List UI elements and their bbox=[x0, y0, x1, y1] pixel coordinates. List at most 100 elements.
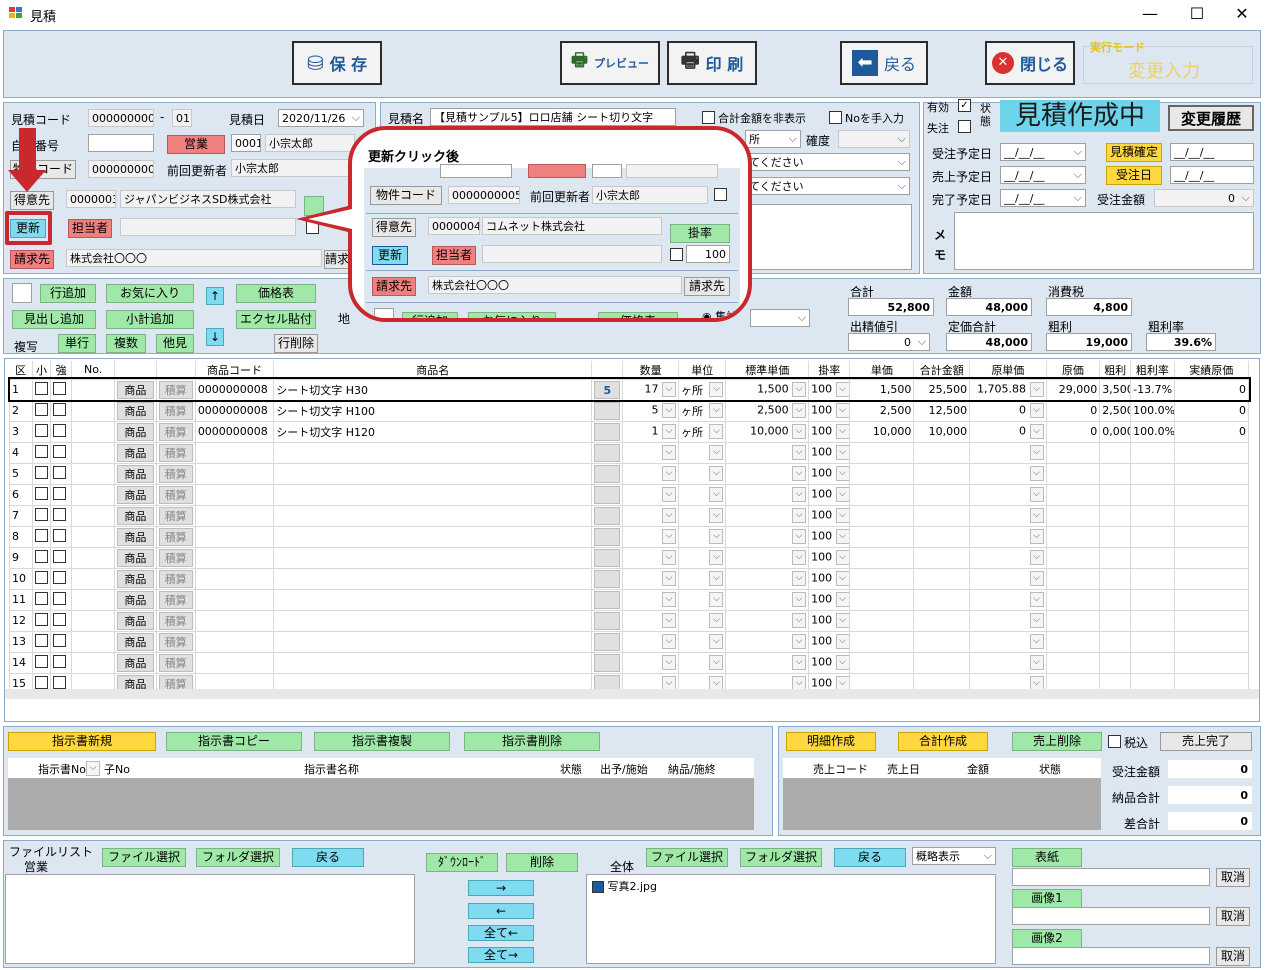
breakdown-count-cell[interactable] bbox=[594, 569, 621, 588]
save-button[interactable]: ⛁ 保 存 bbox=[292, 41, 382, 85]
qty-cell[interactable]: 5 bbox=[652, 404, 659, 417]
rate-cell[interactable]: 100 bbox=[811, 614, 832, 627]
category-select-2[interactable]: てください bbox=[745, 177, 910, 195]
rate-cell[interactable]: 100 bbox=[811, 656, 832, 669]
qty-cell[interactable]: 1 bbox=[652, 425, 659, 438]
tokui-button[interactable]: 得意先 bbox=[10, 191, 54, 210]
chevron-down-icon[interactable]: ⌵ bbox=[709, 402, 724, 418]
breakdown-count-cell[interactable] bbox=[594, 506, 621, 525]
chevron-down-icon[interactable]: ⌵ bbox=[835, 466, 849, 481]
sekisan-button[interactable]: 積算 bbox=[158, 632, 193, 651]
chevron-down-icon[interactable]: ⌵ bbox=[835, 592, 849, 607]
chevron-down-icon[interactable]: ⌵ bbox=[792, 466, 807, 481]
chevron-down-icon[interactable]: ⌵ bbox=[662, 613, 676, 628]
shokei-tsuika-button[interactable]: 小計追加 bbox=[106, 310, 194, 329]
hyoshi-field[interactable] bbox=[1012, 868, 1210, 886]
price-cell[interactable]: 2,500 bbox=[880, 404, 912, 417]
sekisan-button[interactable]: 積算 bbox=[158, 590, 193, 609]
move-all-left-button[interactable]: 全て← bbox=[468, 925, 534, 941]
preview-button[interactable]: 🖶 プレビュー bbox=[560, 41, 660, 85]
std-price-cell[interactable]: 2,500 bbox=[757, 404, 789, 417]
horizontal-scrollbar[interactable] bbox=[5, 689, 1259, 699]
price-cell[interactable]: 1,500 bbox=[880, 383, 912, 396]
mitsumori-date-picker[interactable]: 2020/11/26 bbox=[278, 109, 364, 127]
shohin-button[interactable]: 商品 bbox=[117, 506, 154, 525]
sho-checkbox[interactable] bbox=[34, 423, 48, 437]
zeikomi-checkbox[interactable] bbox=[1108, 735, 1121, 748]
nebiki-field[interactable]: 0 bbox=[848, 333, 930, 351]
yuko-checkbox[interactable]: ✓ bbox=[958, 99, 971, 112]
move-right-button[interactable]: → bbox=[468, 880, 534, 896]
price-cell[interactable]: 10,000 bbox=[873, 425, 912, 438]
hyoshi-cancel-button[interactable]: 取消 bbox=[1216, 868, 1250, 887]
juchu-kingaku-field[interactable]: 0 bbox=[1154, 189, 1254, 207]
rate-cell[interactable]: 100 bbox=[811, 551, 832, 564]
memo-textarea[interactable] bbox=[954, 212, 1254, 270]
sho-checkbox[interactable] bbox=[34, 507, 48, 521]
file-back-button-right[interactable]: 戻る bbox=[834, 848, 906, 867]
breakdown-count-cell[interactable] bbox=[594, 443, 621, 462]
rate-cell[interactable]: 100 bbox=[811, 446, 832, 459]
shohin-button[interactable]: 商品 bbox=[117, 527, 154, 546]
chevron-down-icon[interactable]: ⌵ bbox=[835, 529, 849, 544]
chevron-down-icon[interactable]: ⌵ bbox=[792, 403, 807, 418]
folder-select-button-left[interactable]: フォルダ選択 bbox=[196, 848, 280, 867]
chevron-down-icon[interactable]: ⌵ bbox=[835, 382, 849, 397]
eigyo-code-field[interactable]: 0001 bbox=[231, 134, 261, 152]
sekisan-button[interactable]: 積算 bbox=[158, 380, 193, 399]
chevron-down-icon[interactable]: ⌵ bbox=[792, 634, 807, 649]
kyo-checkbox[interactable] bbox=[53, 402, 67, 416]
juchubi-date[interactable]: __/__/__ bbox=[1170, 166, 1254, 184]
tami-button[interactable]: 他見 bbox=[156, 334, 194, 353]
uriage-kanryo-button[interactable]: 売上完了 bbox=[1160, 732, 1252, 751]
chevron-down-icon[interactable]: ⌵ bbox=[792, 529, 807, 544]
close-window-button[interactable]: ✕ bbox=[1222, 4, 1262, 23]
chevron-down-icon[interactable]: ⌵ bbox=[662, 592, 676, 607]
breakdown-count-cell[interactable] bbox=[594, 464, 621, 483]
kyo-checkbox[interactable] bbox=[53, 633, 67, 647]
move-left-button[interactable]: ← bbox=[468, 903, 534, 919]
chevron-down-icon[interactable]: ⌵ bbox=[1029, 550, 1044, 565]
chevron-down-icon[interactable]: ⌵ bbox=[1029, 424, 1044, 439]
sho-checkbox[interactable] bbox=[34, 381, 48, 395]
kyo-checkbox[interactable] bbox=[53, 381, 67, 395]
rate-cell[interactable]: 100 bbox=[811, 572, 832, 585]
juchu-yotei-date[interactable]: __/__/__ bbox=[1000, 143, 1086, 161]
sekisan-button[interactable]: 積算 bbox=[158, 653, 193, 672]
sekisan-button[interactable]: 積算 bbox=[158, 527, 193, 546]
breakdown-count-cell[interactable] bbox=[594, 632, 621, 651]
shohin-name-cell[interactable]: シート切文字 H120 bbox=[276, 426, 375, 439]
chevron-down-icon[interactable]: ⌵ bbox=[1029, 592, 1044, 607]
breakdown-count-cell[interactable] bbox=[594, 590, 621, 609]
move-down-button[interactable]: ↓ bbox=[206, 328, 224, 346]
chevron-down-icon[interactable]: ⌵ bbox=[792, 508, 807, 523]
chevron-down-icon[interactable]: ⌵ bbox=[709, 466, 724, 481]
chevron-down-icon[interactable]: ⌵ bbox=[709, 487, 724, 502]
rate-cell[interactable]: 100 bbox=[811, 467, 832, 480]
chevron-down-icon[interactable]: ⌵ bbox=[709, 445, 724, 460]
table-row[interactable]: 3 商品 積算 0000000008 シート切文字 H120 1 ⌵ ヶ所 ⌵ 10,000 ⌵… bbox=[9, 420, 1250, 443]
table-row[interactable]: 5 商品 積算 ⌵ ⌵ ⌵ 100 ⌵ ⌵ bbox=[9, 462, 1250, 485]
rate-cell[interactable]: 100 bbox=[811, 404, 832, 417]
chevron-down-icon[interactable]: ⌵ bbox=[835, 424, 849, 439]
chevron-down-icon[interactable]: ⌵ bbox=[792, 550, 807, 565]
chevron-down-icon[interactable]: ⌵ bbox=[792, 592, 807, 607]
kyo-checkbox[interactable] bbox=[53, 465, 67, 479]
file-item[interactable]: 写真2.jpg bbox=[592, 879, 657, 894]
chevron-down-icon[interactable]: ⌵ bbox=[792, 382, 807, 397]
sekisan-button[interactable]: 積算 bbox=[158, 401, 193, 420]
shohin-name-cell[interactable]: シート切文字 H100 bbox=[276, 405, 375, 418]
eigyo-button[interactable]: 営業 bbox=[167, 135, 225, 154]
shohin-button[interactable]: 商品 bbox=[117, 569, 154, 588]
chevron-down-icon[interactable]: ⌵ bbox=[709, 571, 724, 586]
chevron-down-icon[interactable]: ⌵ bbox=[792, 655, 807, 670]
download-button[interactable]: ﾀﾞｳﾝﾛｰﾄﾞ bbox=[426, 853, 498, 872]
sub-no-field[interactable]: 01 bbox=[172, 109, 192, 127]
sekisan-button[interactable]: 積算 bbox=[158, 464, 193, 483]
shohin-button[interactable]: 商品 bbox=[117, 380, 154, 399]
move-all-right-button[interactable]: 全て→ bbox=[468, 947, 534, 963]
no-manual-checkbox[interactable] bbox=[829, 111, 842, 124]
fukusu-button[interactable]: 複数 bbox=[106, 334, 146, 353]
chevron-down-icon[interactable]: ⌵ bbox=[1029, 508, 1044, 523]
breakdown-count-cell[interactable] bbox=[594, 527, 621, 546]
